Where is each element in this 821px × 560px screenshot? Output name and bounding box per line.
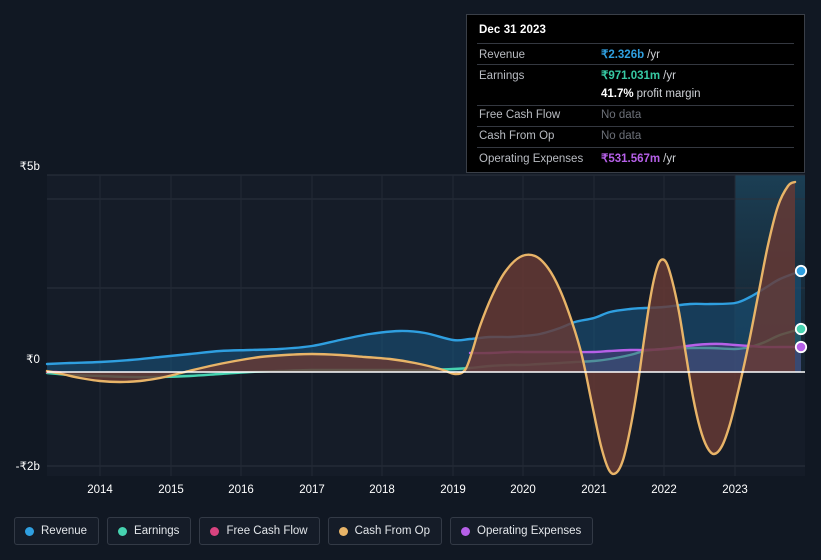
tooltip-row-value: 41.7%	[601, 88, 634, 100]
tooltip-row-suffix: /yr	[663, 153, 676, 165]
x-axis-tick-label: 2021	[581, 484, 607, 496]
legend-item-revenue[interactable]: Revenue	[14, 517, 100, 545]
tooltip-row-value: ₹2.326b	[601, 49, 645, 61]
legend-item-earnings[interactable]: Earnings	[107, 517, 192, 545]
y-axis-tick-label: -₹2b	[15, 461, 40, 473]
legend-color-dot-icon	[118, 526, 128, 536]
legend-item-label: Cash From Op	[354, 525, 431, 537]
tooltip-row: Cash From Op No data	[477, 126, 794, 147]
tooltip-row-value-wrap: ₹531.567m/yr	[601, 151, 676, 165]
x-axis-tick-label: 2016	[228, 484, 254, 496]
tooltip-row-key: Operating Expenses	[479, 153, 584, 165]
x-axis-tick-label: 2014	[87, 484, 113, 496]
legend-item-label: Free Cash Flow	[226, 525, 308, 537]
tooltip-row-value-wrap: 41.7% profit margin	[601, 88, 701, 100]
x-axis-tick-label: 2018	[369, 484, 395, 496]
tooltip-row-value-wrap: ₹971.031m/yr	[601, 68, 676, 82]
tooltip-row-key: Earnings	[479, 70, 525, 82]
x-axis-tick-label: 2017	[299, 484, 325, 496]
tooltip-date: Dec 31 2023	[479, 24, 546, 36]
tooltip-row-value: ₹971.031m	[601, 70, 661, 82]
tooltip-rows: Revenue ₹2.326b/yr Earnings ₹971.031m/yr 41.…	[477, 43, 794, 168]
tooltip-row: Revenue ₹2.326b/yr	[477, 43, 794, 64]
tooltip-row-value: No data	[601, 130, 642, 142]
tooltip-row-value-wrap: No data	[601, 109, 641, 121]
x-axis-tick-label: 2019	[440, 484, 466, 496]
x-axis-tick-label: 2015	[158, 484, 184, 496]
series-endpoint-marker[interactable]	[794, 264, 808, 278]
legend-item-label: Operating Expenses	[477, 525, 582, 537]
tooltip-row-key: Revenue	[479, 49, 526, 61]
tooltip-row: Operating Expenses ₹531.567m/yr	[477, 147, 794, 168]
x-axis-tick-label: 2022	[651, 484, 677, 496]
tooltip-row-suffix: /yr	[663, 70, 676, 82]
chart-legend[interactable]: Revenue Earnings Free Cash Flow Cash From O…	[14, 517, 594, 545]
tooltip-row: Earnings ₹971.031m/yr	[477, 64, 794, 85]
tooltip-row-value-wrap: No data	[601, 130, 641, 142]
tooltip-row: 41.7% profit margin	[477, 85, 794, 105]
tooltip-row-key: Cash From Op	[479, 130, 555, 142]
x-axis-tick-label: 2020	[510, 484, 536, 496]
tooltip-row-value: ₹531.567m	[601, 153, 661, 165]
series-endpoint-marker[interactable]	[794, 322, 808, 336]
tooltip-row-suffix: /yr	[647, 49, 660, 61]
tooltip-row-value-wrap: ₹2.326b/yr	[601, 47, 660, 61]
y-axis-tick-label: ₹5b	[19, 161, 40, 173]
y-axis-tick-label: ₹0	[26, 354, 40, 366]
legend-item-label: Revenue	[41, 525, 88, 537]
legend-color-dot-icon	[338, 526, 348, 536]
tooltip-row: Free Cash Flow No data	[477, 105, 794, 126]
legend-item-free-cash-flow[interactable]: Free Cash Flow	[199, 517, 320, 545]
tooltip-row-suffix: profit margin	[636, 88, 701, 100]
chart-tooltip: Dec 31 2023 Revenue ₹2.326b/yr Earnings ₹97…	[466, 14, 805, 173]
tooltip-row-value: No data	[601, 109, 642, 121]
legend-item-operating-expenses[interactable]: Operating Expenses	[450, 517, 594, 545]
legend-color-dot-icon	[25, 526, 34, 536]
x-axis-tick-label: 2023	[722, 484, 748, 496]
legend-color-dot-icon	[461, 526, 471, 536]
legend-item-cash-from-op[interactable]: Cash From Op	[327, 517, 443, 545]
legend-item-label: Earnings	[134, 525, 180, 537]
financial-chart-page: ₹5b ₹0 -₹2b 2014 2015 2016 2017 2018 2019 2020 20…	[0, 0, 821, 560]
legend-color-dot-icon	[210, 526, 220, 536]
tooltip-row-key: Free Cash Flow	[479, 109, 561, 121]
series-endpoint-marker[interactable]	[794, 340, 808, 354]
